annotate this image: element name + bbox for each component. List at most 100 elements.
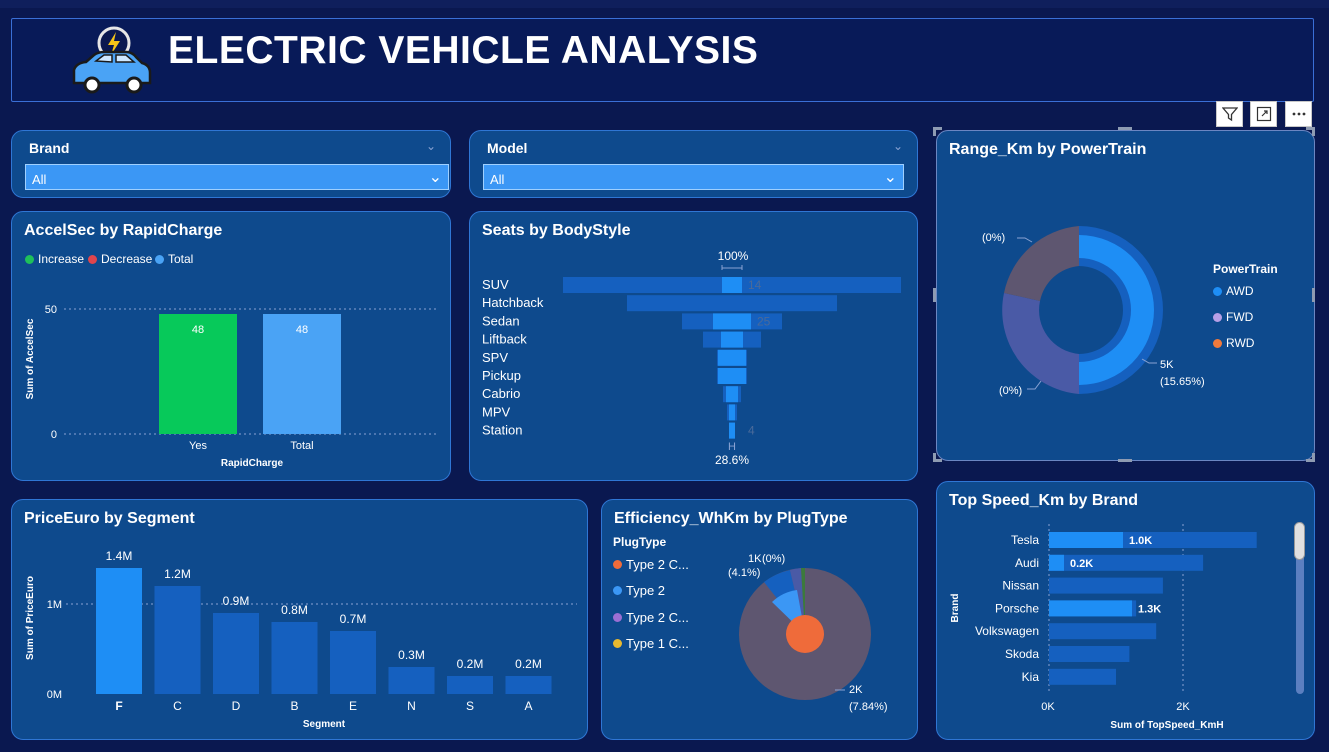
legend-dot [1213,286,1222,296]
resize-handle[interactable] [1118,459,1132,462]
funnel-top-label: 100% [718,249,749,263]
pie-inner-slice [786,615,824,653]
bar-data-label: 1.0K [1129,535,1152,547]
price-bar [96,568,142,694]
price-bar [213,613,259,694]
legend-label: AWD [1226,284,1254,298]
range-by-powertrain-card[interactable]: Range_Km by PowerTrain (0%) (0%) 5K (15.… [936,130,1315,461]
legend-item-awd[interactable]: AWD [1213,284,1254,298]
funnel-category-label: Sedan [482,313,520,328]
funnel-category-label: MPV [482,404,511,419]
resize-handle[interactable] [1312,127,1315,136]
donut-label-left: (0%) [999,385,1022,397]
funnel-bar [721,331,743,348]
waterfall-chart: 50 0 Sum of AccelSec RapidCharge 48 Yes 48… [25,304,437,469]
funnel-category-label: Pickup [482,368,521,383]
bar-data-label: 1.3K [1138,603,1161,615]
resize-handle[interactable] [1118,127,1132,130]
funnel-bar-outer [627,295,837,312]
price-by-segment-card[interactable]: PriceEuro by Segment 1M 0M Sum of PriceE… [11,499,588,740]
resize-handle[interactable] [933,453,936,462]
legend-label: FWD [1226,310,1254,324]
bar-data-label: 1.2M [164,567,191,581]
focus-mode-button[interactable] [1250,101,1277,127]
dashboard-header: ELECTRIC VEHICLE ANALYSIS [11,18,1314,102]
pie-label-a-percent: (4.1%) [728,567,760,579]
resize-handle[interactable] [1312,288,1315,302]
x-tick-label: B [290,699,298,713]
funnel-bottom-label: 28.6% [715,453,749,467]
filter-icon [1221,107,1238,122]
donut-slice-rwd [1004,226,1079,301]
legend-item-rwd[interactable]: RWD [1213,336,1254,350]
page-title: ELECTRIC VEHICLE ANALYSIS [168,29,759,72]
ribbon-strip [0,0,1329,8]
x-axis-label: RapidCharge [221,458,284,469]
resize-handle[interactable] [933,288,936,302]
x-axis-label: Segment [303,719,346,730]
legend-item-fwd[interactable]: FWD [1213,310,1253,324]
x-tick-label: D [232,699,241,713]
bar-data-label: 1.4M [106,549,133,563]
bar-data-label: 0.2M [457,657,484,671]
pie-label-b: (0%) [762,553,785,565]
funnel-category-label: SPV [482,350,508,365]
funnel-category-label: Liftback [482,332,527,347]
speed-bar-highlight [1049,600,1132,617]
brand-dropdown[interactable]: All ⌄ [25,164,449,190]
x-tick-label: S [466,699,474,713]
chevron-down-icon[interactable]: ⌄ [893,139,903,153]
efficiency-by-plugtype-card[interactable]: Efficiency_WhKm by PlugType PlugType Typ… [601,499,918,740]
x-tick-label: 0K [1041,701,1055,713]
resize-handle[interactable] [1312,453,1315,462]
price-bar [330,631,376,694]
range-donut-chart: (0%) (0%) 5K (15.65%) [982,226,1205,397]
y-tick-label: 1M [47,599,62,611]
donut-label-right-value: 5K [1160,359,1174,371]
topspeed-by-brand-card[interactable]: Top Speed_Km by Brand 0K 2K Sum of TopSp… [936,481,1315,740]
donut-slice-fwd [1002,293,1079,394]
chevron-down-icon[interactable]: ⌄ [426,139,436,153]
bar-data-label: 0.2K [1070,558,1093,570]
chevron-down-icon: ⌄ [428,169,442,186]
bar-data-label: 0.9M [223,594,250,608]
x-tick-label: 2K [1176,701,1190,713]
scrollbar-thumb[interactable] [1294,522,1305,560]
model-dropdown[interactable]: All ⌄ [483,164,904,190]
y-axis-label: Sum of AccelSec [25,318,36,399]
price-bar-chart: 1M 0M Sum of PriceEuro Segment 1.4M F 1.2M… [25,549,577,730]
seats-by-bodystyle-card[interactable]: Seats by BodyStyle 100% H 28.6% SUV 14 Hat… [469,211,918,481]
x-axis-label: Sum of TopSpeed_KmH [1110,720,1223,731]
funnel-bar [713,313,751,330]
dropdown-value: All [490,172,505,187]
legend-title: PowerTrain [1213,262,1278,276]
focus-mode-icon [1256,106,1271,122]
bar-data-label: 0.7M [340,612,367,626]
y-tick-label: 50 [45,304,57,316]
funnel-category-label: SUV [482,277,509,292]
filter-button[interactable] [1216,101,1243,127]
efficiency-pie-chart: 1K (4.1%) (0%) 2K (7.84%) [728,553,888,713]
more-options-button[interactable] [1285,101,1312,127]
funnel-category-label: Hatchback [482,295,544,310]
more-options-icon [1292,112,1305,116]
resize-handle[interactable] [933,127,936,136]
x-tick-label: C [173,699,182,713]
y-axis-label: Sum of PriceEuro [25,576,36,660]
y-axis-label: Brand [950,594,961,623]
funnel-bar [726,386,738,403]
category-label: Volkswagen [975,624,1039,638]
topspeed-bar-chart: 0K 2K Sum of TopSpeed_KmH Brand Tesla 1.0… [950,524,1257,731]
funnel-bar [722,277,742,293]
x-tick-label: F [115,699,122,713]
accel-by-rapidcharge-card[interactable]: AccelSec by RapidCharge Increase Decreas… [11,211,451,481]
x-tick-label: Total [290,440,313,452]
price-bar [271,622,318,694]
price-bar [388,667,435,694]
x-tick-label: Yes [189,440,207,452]
x-tick-label: A [524,699,532,713]
bar-data-label: 0.2M [515,657,542,671]
funnel-category-label: Station [482,423,522,438]
funnel-bottom-marker: H [728,441,736,453]
price-bar [505,676,552,694]
